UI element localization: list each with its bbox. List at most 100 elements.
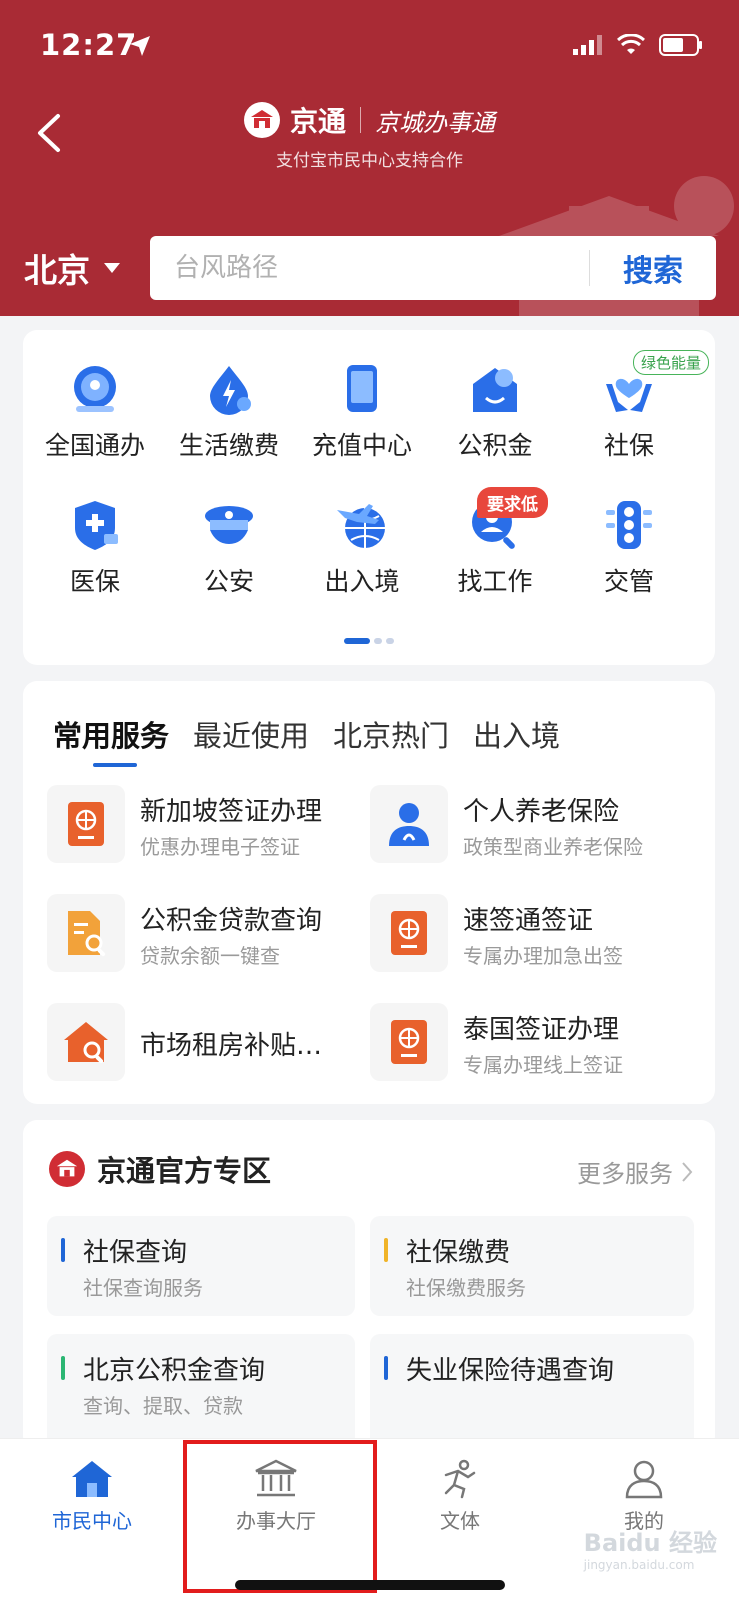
quick-services-card: 全国通办 生活缴费 充值中心 公积金 社保 绿色能量 医保 公安 出入境 找工作… bbox=[23, 330, 715, 665]
utility-payment-icon bbox=[210, 366, 251, 415]
brand: 京通 京城办事通 支付宝市民中心支持合作 bbox=[0, 100, 739, 171]
tile-social-security-query[interactable]: 社保查询 社保查询服务 bbox=[47, 1216, 355, 1316]
page-dot bbox=[374, 638, 382, 644]
city-selector[interactable]: 北京 bbox=[24, 244, 120, 292]
service-title: 个人养老保险 bbox=[463, 797, 620, 827]
tile-subtitle: 社保查询服务 bbox=[83, 1276, 203, 1300]
chevron-right-icon bbox=[682, 1161, 693, 1182]
grid-label: 社保 bbox=[603, 431, 654, 460]
service-title: 市场租房补贴… bbox=[140, 1031, 323, 1061]
grid-label: 医保 bbox=[69, 567, 120, 596]
service-singapore-visa[interactable]: 新加坡签证办理 优惠办理电子签证 bbox=[47, 785, 367, 865]
grid-label: 出入境 bbox=[324, 567, 400, 596]
status-bar: 12:27 bbox=[0, 0, 739, 90]
traffic-light-icon bbox=[606, 501, 652, 549]
tile-title: 失业保险待遇查询 bbox=[406, 1356, 615, 1386]
service-housing-loan-query[interactable]: 公积金贷款查询 贷款余额一键查 bbox=[47, 894, 367, 974]
service-icon-box bbox=[370, 1003, 448, 1081]
tabbar-label: 文体 bbox=[440, 1509, 480, 1533]
grid-item-utility-payment[interactable]: 生活缴费 bbox=[160, 362, 298, 462]
official-zone-card: 京通官方专区 更多服务 社保查询 社保查询服务 社保缴费 社保缴费服务 北京公积… bbox=[23, 1120, 715, 1450]
service-title: 速签通签证 bbox=[463, 906, 594, 936]
search-box: 搜索 bbox=[150, 236, 716, 300]
passport-icon bbox=[68, 802, 104, 846]
service-title: 泰国签证办理 bbox=[463, 1015, 620, 1045]
status-indicators bbox=[573, 34, 703, 56]
annotation-highlight-box bbox=[183, 1440, 377, 1593]
grid-label: 公安 bbox=[203, 567, 254, 596]
tab-recently-used[interactable]: 最近使用 bbox=[193, 713, 309, 755]
brand-name: 京通 bbox=[289, 105, 346, 138]
housing-fund-icon bbox=[473, 368, 517, 412]
service-thailand-visa[interactable]: 泰国签证办理 专属办理线上签证 bbox=[370, 1003, 690, 1083]
house-search-icon bbox=[64, 1022, 108, 1064]
passport-icon bbox=[391, 1020, 427, 1064]
grid-item-medical-insurance[interactable]: 医保 bbox=[26, 498, 164, 598]
tab-immigration[interactable]: 出入境 bbox=[473, 713, 560, 755]
service-subtitle: 专属办理线上签证 bbox=[463, 1053, 623, 1077]
service-icon-box bbox=[47, 785, 125, 863]
medical-insurance-icon bbox=[75, 501, 118, 550]
tile-accent-bar bbox=[384, 1356, 388, 1380]
tile-unemployment-query[interactable]: 失业保险待遇查询 bbox=[370, 1334, 694, 1450]
service-rent-subsidy[interactable]: 市场租房补贴… bbox=[47, 1003, 367, 1083]
tile-title: 社保缴费 bbox=[406, 1238, 511, 1268]
jingtong-logo-icon bbox=[243, 102, 280, 138]
service-subtitle: 优惠办理电子签证 bbox=[140, 835, 300, 859]
home-indicator bbox=[235, 1580, 505, 1590]
brand-slogan: 京城办事通 bbox=[375, 108, 495, 137]
app-header: 12:27 京通 京城办事通 支付宝市民中心支持合作 北京 台风路径 搜索 bbox=[0, 0, 739, 316]
grid-item-police[interactable]: 公安 bbox=[160, 498, 298, 598]
search-button[interactable]: 搜索 bbox=[590, 246, 716, 290]
tile-accent-bar bbox=[61, 1356, 65, 1380]
requirement-low-badge: 要求低 bbox=[477, 487, 548, 518]
profile-icon bbox=[625, 1460, 663, 1499]
tab-beijing-popular[interactable]: 北京热门 bbox=[333, 713, 449, 755]
grid-item-immigration[interactable]: 出入境 bbox=[293, 498, 431, 598]
watermark-url: jingyan.baidu.com bbox=[583, 1558, 695, 1572]
grid-label: 公积金 bbox=[457, 431, 533, 460]
grid-item-national-service[interactable]: 全国通办 bbox=[26, 362, 164, 462]
tile-housing-fund-query[interactable]: 北京公积金查询 查询、提取、贷款 bbox=[47, 1334, 355, 1450]
service-tabs: 常用服务 最近使用 北京热门 出入境 bbox=[53, 713, 560, 767]
service-personal-pension[interactable]: 个人养老保险 政策型商业养老保险 bbox=[370, 785, 690, 865]
tile-subtitle: 社保缴费服务 bbox=[406, 1276, 526, 1300]
tile-subtitle: 查询、提取、贷款 bbox=[83, 1394, 243, 1418]
more-services-label: 更多服务 bbox=[577, 1160, 673, 1188]
tabbar-citizen-center[interactable]: 市民中心 bbox=[0, 1459, 184, 1534]
watermark: Baidu 经验 jingyan.baidu.com bbox=[584, 1523, 717, 1572]
jingtong-logo-icon bbox=[49, 1151, 85, 1187]
service-icon-box bbox=[47, 1003, 125, 1081]
caret-down-icon bbox=[104, 263, 120, 273]
service-express-visa[interactable]: 速签通签证 专属办理加急出签 bbox=[370, 894, 690, 974]
tile-social-security-payment[interactable]: 社保缴费 社保缴费服务 bbox=[370, 1216, 694, 1316]
phone-recharge-icon bbox=[347, 365, 377, 412]
wifi-icon bbox=[617, 34, 645, 54]
tile-accent-bar bbox=[384, 1238, 388, 1262]
person-icon bbox=[389, 803, 429, 846]
location-arrow-icon bbox=[130, 36, 150, 56]
service-title: 公积金贷款查询 bbox=[140, 906, 323, 936]
service-icon-box bbox=[370, 785, 448, 863]
watermark-brand: Baidu 经验 bbox=[583, 1529, 717, 1557]
grid-item-traffic[interactable]: 交管 bbox=[560, 498, 698, 598]
grid-label: 找工作 bbox=[457, 567, 533, 596]
home-icon bbox=[72, 1461, 112, 1497]
official-zone-title: 京通官方专区 bbox=[97, 1154, 272, 1188]
tile-title: 社保查询 bbox=[83, 1238, 188, 1268]
tabbar-label: 市民中心 bbox=[52, 1509, 132, 1533]
more-services-link[interactable]: 更多服务 bbox=[577, 1154, 693, 1189]
tabbar-culture-sports[interactable]: 文体 bbox=[368, 1459, 552, 1534]
status-time: 12:27 bbox=[40, 28, 138, 62]
green-energy-badge: 绿色能量 bbox=[632, 350, 709, 375]
grid-item-social-security[interactable]: 社保 bbox=[560, 362, 698, 462]
grid-label: 充值中心 bbox=[311, 431, 412, 460]
tab-common-services[interactable]: 常用服务 bbox=[53, 713, 169, 767]
search-input[interactable] bbox=[150, 236, 589, 300]
page-dot-active bbox=[344, 638, 370, 644]
grid-label: 全国通办 bbox=[44, 431, 145, 460]
battery-icon bbox=[659, 34, 702, 56]
grid-item-housing-fund[interactable]: 公积金 bbox=[426, 362, 564, 462]
service-icon-box bbox=[370, 894, 448, 972]
grid-item-recharge[interactable]: 充值中心 bbox=[293, 362, 431, 462]
